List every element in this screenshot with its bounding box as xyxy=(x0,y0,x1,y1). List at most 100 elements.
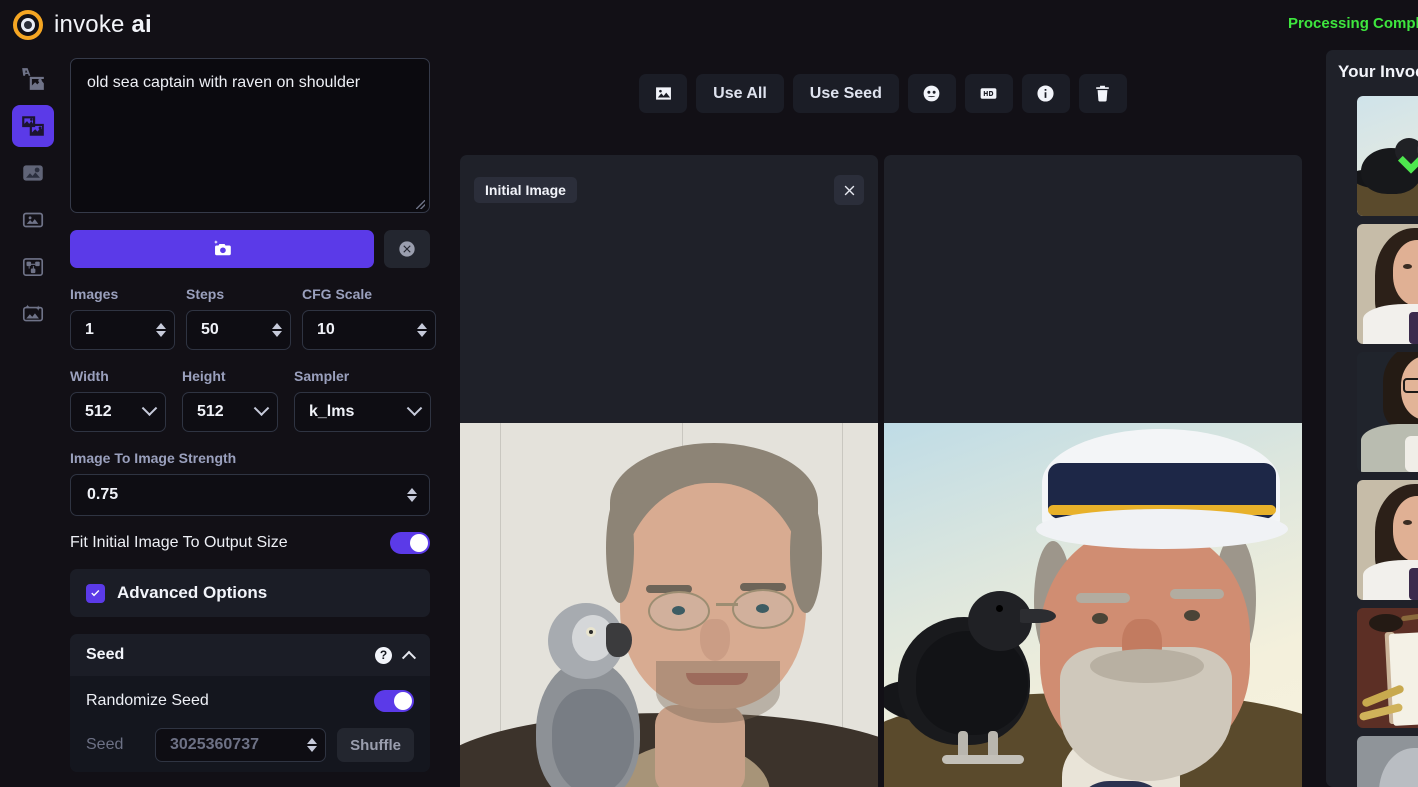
strength-input[interactable]: 0.75 xyxy=(70,474,430,516)
sidebar-item-image-to-image[interactable] xyxy=(12,105,54,147)
steps-label: Steps xyxy=(186,286,291,302)
app-logo[interactable]: invoke ai xyxy=(13,10,152,40)
randomize-seed-toggle[interactable] xyxy=(374,690,414,712)
images-icon xyxy=(20,113,46,139)
restore-faces-button[interactable] xyxy=(908,74,956,113)
question-icon[interactable]: ? xyxy=(375,647,392,664)
height-label: Height xyxy=(182,368,278,384)
chevron-down-icon xyxy=(142,400,158,416)
initial-image-topbar: Initial Image xyxy=(460,155,878,225)
seed-accordion: Seed ? Randomize Seed Seed 3025360737 xyxy=(70,634,430,772)
width-label: Width xyxy=(70,368,166,384)
hd-icon xyxy=(978,83,999,104)
clear-initial-image-button[interactable] xyxy=(834,175,864,205)
seed-value-row: Seed 3025360737 Shuffle xyxy=(86,728,414,762)
gallery-thumb-sketchbook-desk[interactable] xyxy=(1357,608,1418,728)
seed-field-label: Seed xyxy=(86,736,144,754)
seed-title: Seed xyxy=(86,646,124,664)
numeric-params-row: 1 50 10 xyxy=(70,310,430,350)
sidebar-item-unified-canvas[interactable] xyxy=(12,152,54,194)
use-all-button[interactable]: Use All xyxy=(696,74,784,113)
face-icon xyxy=(921,83,942,104)
image-info-button[interactable] xyxy=(1022,74,1070,113)
gallery-thumb-woman-white-coat-2[interactable] xyxy=(1357,480,1418,600)
brand-bold: ai xyxy=(131,11,151,38)
generate-row xyxy=(70,230,430,268)
steps-stepper[interactable] xyxy=(272,323,282,337)
generate-button[interactable] xyxy=(70,230,374,268)
cfg-scale-input[interactable]: 10 xyxy=(302,310,436,350)
width-value: 512 xyxy=(85,403,112,421)
dimension-labels: Width Height Sampler xyxy=(70,368,430,392)
view-image-button[interactable] xyxy=(639,74,687,113)
cfg-scale-stepper[interactable] xyxy=(417,323,427,337)
advanced-options-row[interactable]: Advanced Options xyxy=(70,569,430,617)
selected-check-icon xyxy=(1393,138,1418,184)
canvas-icon xyxy=(20,160,46,186)
numeric-params-labels: Images Steps CFG Scale xyxy=(70,286,430,310)
chevron-up-icon[interactable] xyxy=(402,651,416,665)
randomize-seed-row: Randomize Seed xyxy=(86,690,414,712)
shuffle-seed-button[interactable]: Shuffle xyxy=(337,728,414,762)
sidebar-item-nodes[interactable] xyxy=(12,246,54,288)
randomize-seed-label: Randomize Seed xyxy=(86,692,209,710)
strength-stepper[interactable] xyxy=(407,488,417,502)
prompt-input[interactable]: old sea captain with raven on shoulder xyxy=(70,58,430,213)
gallery-thumb-woman-white-coat[interactable] xyxy=(1357,224,1418,344)
textarea-resize-handle[interactable] xyxy=(416,200,425,209)
images-stepper[interactable] xyxy=(156,323,166,337)
upscale-button[interactable] xyxy=(965,74,1013,113)
trash-icon xyxy=(1092,83,1113,104)
seed-value: 3025360737 xyxy=(170,736,259,754)
canvas-row: Initial Image xyxy=(460,155,1302,787)
seed-accordion-body: Randomize Seed Seed 3025360737 Shuffle xyxy=(70,676,430,772)
seed-accordion-header[interactable]: Seed ? xyxy=(70,634,430,676)
gallery-thumb-grey-portrait[interactable] xyxy=(1357,736,1418,787)
check-icon xyxy=(89,587,102,600)
result-image[interactable] xyxy=(884,423,1302,787)
seed-input[interactable]: 3025360737 xyxy=(155,728,326,762)
photo-icon xyxy=(20,207,46,233)
info-icon xyxy=(1035,83,1056,104)
cancel-button[interactable] xyxy=(384,230,430,268)
gallery-panel: Your Invocations xyxy=(1326,50,1418,787)
center-panel: Use All Use Seed xyxy=(448,50,1318,787)
nodes-icon xyxy=(20,254,46,280)
sampler-select[interactable]: k_lms xyxy=(294,392,431,432)
delete-image-button[interactable] xyxy=(1079,74,1127,113)
sidebar-item-text-to-image[interactable] xyxy=(12,58,54,100)
advanced-options-checkbox[interactable] xyxy=(86,584,105,603)
sidebar-nav xyxy=(0,50,66,787)
text-image-icon xyxy=(20,66,46,92)
app-title: invoke ai xyxy=(54,11,152,39)
image-toolbar: Use All Use Seed xyxy=(448,50,1318,113)
cfg-scale-value: 10 xyxy=(317,321,335,339)
result-image-pane[interactable] xyxy=(884,155,1302,787)
camera-sparkle-icon xyxy=(211,238,233,260)
initial-image-badge: Initial Image xyxy=(474,177,577,203)
chevron-down-icon xyxy=(407,400,423,416)
sampler-label: Sampler xyxy=(294,368,431,384)
images-label: Images xyxy=(70,286,175,302)
sidebar-item-image-viewer[interactable] xyxy=(12,199,54,241)
images-input[interactable]: 1 xyxy=(70,310,175,350)
advanced-options-label: Advanced Options xyxy=(117,583,267,603)
options-panel: old sea captain with raven on shoulder I… xyxy=(66,50,448,787)
width-select[interactable]: 512 xyxy=(70,392,166,432)
use-seed-button[interactable]: Use Seed xyxy=(793,74,899,113)
gallery-thumb-captain-raven[interactable] xyxy=(1357,96,1418,216)
cfg-scale-label: CFG Scale xyxy=(302,286,436,302)
fit-image-toggle[interactable] xyxy=(390,532,430,554)
invoke-ai-app: invoke ai Processing Complete xyxy=(0,0,1418,787)
status-badge: Processing Complete xyxy=(1288,15,1418,32)
steps-input[interactable]: 50 xyxy=(186,310,291,350)
initial-image[interactable] xyxy=(460,423,878,787)
sidebar-item-post-processing[interactable] xyxy=(12,293,54,335)
close-icon xyxy=(842,183,857,198)
gallery-thumb-woman-glasses[interactable] xyxy=(1357,352,1418,472)
height-select[interactable]: 512 xyxy=(182,392,278,432)
chevron-down-icon xyxy=(254,400,270,416)
seed-stepper[interactable] xyxy=(307,738,317,752)
wand-image-icon xyxy=(20,301,46,327)
initial-image-pane[interactable]: Initial Image xyxy=(460,155,878,787)
